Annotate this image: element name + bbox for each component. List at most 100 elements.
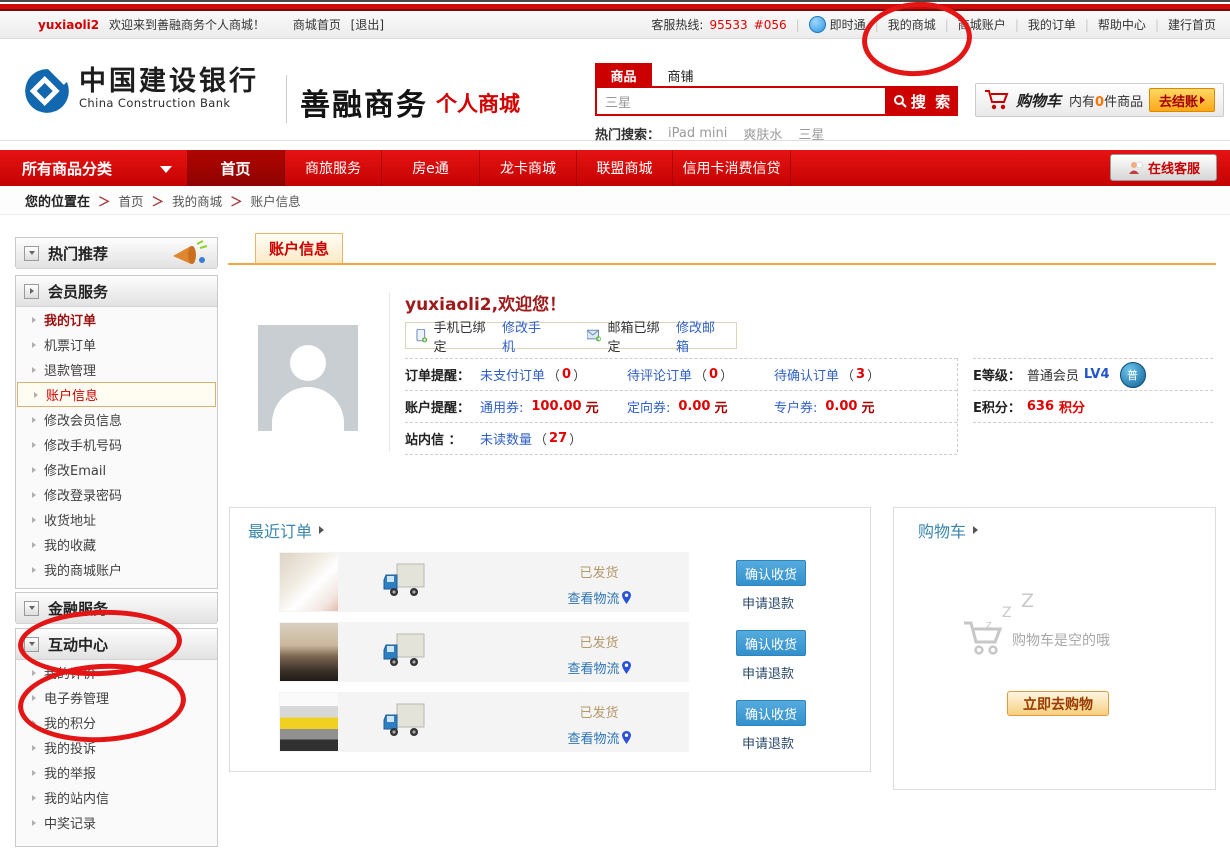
triangle-bullet-icon [32, 542, 36, 548]
nav-item-house[interactable]: 房e通 [382, 150, 480, 186]
confirm-receipt-button[interactable]: 确认收货 [736, 700, 806, 726]
unpaid-count: 0 [562, 367, 571, 382]
sidebar-item-mall-account[interactable]: 我的商城账户 [16, 557, 217, 582]
view-logistics-link[interactable]: 查看物流 [567, 588, 630, 607]
paren: ） [720, 365, 733, 384]
im-link[interactable]: 即时通 [830, 16, 866, 33]
nav-item-home[interactable]: 首页 [187, 150, 285, 186]
top-border [0, 0, 1230, 2]
sleep-z: Z [1021, 590, 1034, 612]
sidebar-item-my-points[interactable]: 我的积分 [16, 710, 217, 735]
sidebar-item-edit-phone[interactable]: 修改手机号码 [16, 432, 217, 457]
order-reminder-row: 订单提醒： 未支付订单（0） 待评论订单（0） 待确认订单（3） [405, 358, 957, 390]
sidebar-header-hot[interactable]: 热门推荐 [16, 238, 217, 269]
special-coupon-link[interactable]: 专户券: [774, 397, 817, 416]
sidebar-item-account-info[interactable]: 账户信息 [17, 382, 216, 407]
sidebar-item-address[interactable]: 收货地址 [16, 507, 217, 532]
sidebar-item-flight-orders[interactable]: 机票订单 [16, 332, 217, 357]
sidebar-item-messages[interactable]: 我的站内信 [16, 785, 217, 810]
sidebar-item-complaints[interactable]: 我的投诉 [16, 735, 217, 760]
my-mall-link[interactable]: 我的商城 [888, 16, 936, 33]
sidebar-item-lottery[interactable]: 中奖记录 [16, 810, 217, 835]
sidebar-item-edit-email[interactable]: 修改Email [16, 457, 217, 482]
nav-item-alliance[interactable]: 联盟商城 [577, 150, 673, 186]
sidebar-item-evoucher[interactable]: 电子券管理 [16, 685, 217, 710]
triangle-bullet-icon [32, 367, 36, 373]
breadcrumb-my-mall[interactable]: 我的商城 [172, 191, 222, 210]
online-service-button[interactable]: 在线客服 [1110, 154, 1217, 181]
hot-search-link[interactable]: 三星 [798, 124, 824, 143]
cart-panel-title[interactable]: 购物车 [918, 518, 978, 542]
search-button[interactable]: 搜 索 [887, 86, 958, 116]
account-welcome: yuxiaoli2,欢迎您！ [405, 290, 566, 315]
my-orders-link[interactable]: 我的订单 [1028, 16, 1076, 33]
edit-phone-link[interactable]: 修改手机 [502, 317, 552, 355]
sidebar-item-label: 我的订单 [44, 310, 96, 329]
sidebar-item-edit-member[interactable]: 修改会员信息 [16, 407, 217, 432]
sidebar-header-interact[interactable]: 互动中心 [16, 629, 217, 660]
search-input[interactable] [595, 86, 887, 116]
account-reminder-label: 账户提醒： [405, 397, 480, 416]
tab-account-info[interactable]: 账户信息 [255, 233, 343, 263]
nav-item-dragon-card[interactable]: 龙卡商城 [480, 150, 577, 186]
pending-confirm-link[interactable]: 待确认订单 [774, 365, 839, 384]
search-tab-goods[interactable]: 商品 [595, 63, 652, 88]
logout-link[interactable]: [退出] [351, 18, 384, 32]
unread-messages-link[interactable]: 未读数量 [480, 429, 532, 448]
all-categories-menu[interactable]: 所有商品分类 [0, 150, 187, 186]
epoints-value: 636 [1027, 399, 1054, 414]
sidebar-item-my-orders[interactable]: 我的订单 [16, 307, 217, 332]
sleep-z: Z [1002, 605, 1012, 621]
nav-item-travel[interactable]: 商旅服务 [285, 150, 382, 186]
confirm-receipt-button[interactable]: 确认收货 [736, 630, 806, 656]
mini-cart[interactable]: 购物车 内有0件商品 去结账 [975, 83, 1224, 117]
breadcrumb-home[interactable]: 首页 [119, 191, 144, 210]
product-thumbnail[interactable] [280, 623, 338, 681]
message-label: 站内信 ： [405, 429, 480, 448]
vertical-divider [389, 292, 390, 452]
edit-email-link[interactable]: 修改邮箱 [676, 317, 726, 355]
sidebar-header-member[interactable]: 会员服务 [16, 276, 217, 307]
request-refund-link[interactable]: 申请退款 [742, 663, 836, 682]
nav-item-credit[interactable]: 信用卡消费信贷 [673, 150, 791, 186]
view-logistics-link[interactable]: 查看物流 [567, 728, 630, 747]
cart-icon [984, 89, 1010, 111]
recent-orders-label: 最近订单 [248, 518, 312, 542]
request-refund-link[interactable]: 申请退款 [742, 593, 836, 612]
ccb-mall-account-page: yuxiaoli2 欢迎来到善融商务个人商城！ 商城首页 [退出] 客服热线: … [0, 0, 1230, 852]
sidebar-item-edit-password[interactable]: 修改登录密码 [16, 482, 217, 507]
product-thumbnail[interactable] [280, 553, 338, 611]
sidebar-item-my-reviews[interactable]: 我的评价 [16, 660, 217, 685]
mall-home-link[interactable]: 商城首页 [293, 18, 341, 32]
recent-orders-title[interactable]: 最近订单 [248, 518, 324, 542]
unpaid-orders-link[interactable]: 未支付订单 [480, 365, 545, 384]
product-thumbnail[interactable] [280, 693, 338, 751]
sidebar-item-favorites[interactable]: 我的收藏 [16, 532, 217, 557]
pending-review-link[interactable]: 待评论订单 [627, 365, 692, 384]
ccb-logo[interactable]: 中国建设银行 China Construction Bank [24, 68, 259, 114]
directed-coupon-link[interactable]: 定向券: [627, 397, 670, 416]
hot-search-link[interactable]: 爽肤水 [743, 124, 782, 143]
help-center-link[interactable]: 帮助中心 [1098, 16, 1146, 33]
sidebar-header-finance[interactable]: 金融服务 [16, 593, 217, 624]
sidebar-item-refund[interactable]: 退款管理 [16, 357, 217, 382]
checkout-button[interactable]: 去结账 [1149, 88, 1215, 112]
confirm-receipt-button[interactable]: 确认收货 [736, 560, 806, 586]
mall-account-link[interactable]: 商城账户 [958, 16, 1006, 33]
general-coupon-link[interactable]: 通用券: [480, 397, 523, 416]
hotline-ext: #056 [754, 18, 787, 32]
sidebar-item-label: 我的积分 [44, 713, 96, 732]
order-actions: 确认收货 申请退款 [736, 700, 836, 752]
cart-count-suffix: 件商品 [1104, 95, 1143, 110]
search-tab-shops[interactable]: 商铺 [652, 63, 709, 88]
sidebar-item-reports[interactable]: 我的举报 [16, 760, 217, 785]
view-logistics-link[interactable]: 查看物流 [567, 658, 630, 677]
go-shopping-button[interactable]: 立即去购物 [1007, 691, 1109, 716]
hot-search-link[interactable]: iPad mini [668, 126, 727, 141]
checkout-label: 去结账 [1159, 91, 1198, 110]
sidebar-item-label: 我的商城账户 [44, 560, 122, 579]
request-refund-link[interactable]: 申请退款 [742, 733, 836, 752]
ccb-home-link[interactable]: 建行首页 [1168, 16, 1216, 33]
sidebar-item-label: 我的评价 [44, 663, 96, 682]
triangle-bullet-icon [32, 417, 36, 423]
